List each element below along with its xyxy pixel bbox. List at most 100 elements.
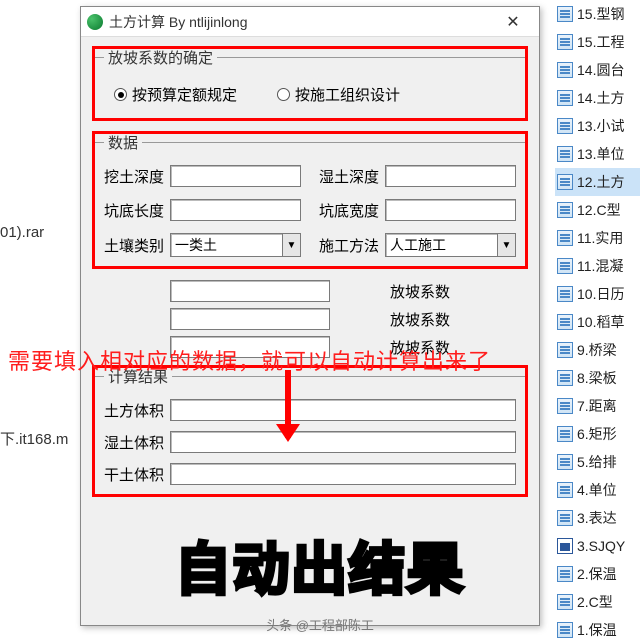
file-item[interactable]: 15.型钢 (555, 0, 640, 28)
spreadsheet-icon (557, 342, 573, 358)
spreadsheet-icon (557, 370, 573, 386)
word-doc-icon (557, 538, 573, 554)
file-item[interactable]: 5.给排 (555, 448, 640, 476)
file-item[interactable]: 3.表达 (555, 504, 640, 532)
output-dry-vol (170, 463, 516, 485)
group-slope-coefficient: 放坡系数的确定 按预算定额规定 按施工组织设计 (93, 47, 527, 120)
file-item[interactable]: 12.C型 (555, 196, 640, 224)
app-icon (87, 14, 103, 30)
file-label: 13.小试 (577, 116, 624, 136)
output-coeff-3 (170, 336, 330, 358)
file-item[interactable]: 15.工程 (555, 28, 640, 56)
file-label: 3.SJQY (577, 538, 625, 554)
file-item[interactable]: 11.混凝 (555, 252, 640, 280)
file-label: 10.日历 (577, 284, 624, 304)
file-label: 6.矩形 (577, 424, 617, 444)
chevron-down-icon: ▼ (282, 234, 300, 256)
label-wet-vol: 湿土体积 (104, 432, 164, 453)
label-soil-type: 土壤类别 (104, 235, 164, 256)
file-item[interactable]: 8.梁板 (555, 364, 640, 392)
output-coeff-1 (170, 280, 330, 302)
spreadsheet-icon (557, 146, 573, 162)
group-data: 数据 挖土深度 湿土深度 坑底长度 坑底宽度 土壤类别 一类土▼ 施工方法 人工… (93, 132, 527, 268)
spreadsheet-icon (557, 594, 573, 610)
spreadsheet-icon (557, 398, 573, 414)
label-earth-vol: 土方体积 (104, 400, 164, 421)
input-wet-depth[interactable] (385, 165, 516, 187)
file-label: 4.单位 (577, 480, 617, 500)
label-method: 施工方法 (319, 235, 379, 256)
spreadsheet-icon (557, 622, 573, 638)
bg-file-rar: 01).rar (0, 224, 44, 241)
label-dry-vol: 干土体积 (104, 464, 164, 485)
label-coeff: 放坡系数 (390, 337, 450, 358)
file-label: 5.给排 (577, 452, 617, 472)
file-label: 15.型钢 (577, 4, 624, 24)
radio-icon (277, 88, 290, 101)
label-pit-width: 坑底宽度 (319, 200, 379, 221)
label-coeff: 放坡系数 (390, 281, 450, 302)
file-label: 3.表达 (577, 508, 617, 528)
background-desktop: 01).rar 下.it168.m (0, 0, 80, 640)
file-label: 10.稻草 (577, 312, 624, 332)
radio-by-budget[interactable]: 按预算定额规定 (114, 84, 237, 105)
spreadsheet-icon (557, 174, 573, 190)
input-pit-length[interactable] (170, 199, 301, 221)
file-item[interactable]: 9.桥梁 (555, 336, 640, 364)
label-wet-depth: 湿土深度 (319, 166, 379, 187)
legend-coeff: 放坡系数的确定 (104, 47, 217, 68)
file-item[interactable]: 13.单位 (555, 140, 640, 168)
select-method[interactable]: 人工施工▼ (385, 233, 516, 257)
close-button[interactable]: ✕ (493, 10, 533, 34)
file-label: 13.单位 (577, 144, 624, 164)
file-item[interactable]: 4.单位 (555, 476, 640, 504)
output-wet-vol (170, 431, 516, 453)
file-item[interactable]: 11.实用 (555, 224, 640, 252)
input-pit-width[interactable] (385, 199, 516, 221)
radio-icon (114, 88, 127, 101)
spreadsheet-icon (557, 202, 573, 218)
file-label: 1.保温 (577, 620, 617, 640)
spreadsheet-icon (557, 6, 573, 22)
radio-label: 按预算定额规定 (132, 84, 237, 105)
chevron-down-icon: ▼ (497, 234, 515, 256)
file-item[interactable]: 10.日历 (555, 280, 640, 308)
label-dig-depth: 挖土深度 (104, 166, 164, 187)
file-item[interactable]: 14.圆台 (555, 56, 640, 84)
file-label: 2.C型 (577, 592, 613, 612)
window-title: 土方计算 By ntlijinlong (109, 12, 493, 32)
file-label: 9.桥梁 (577, 340, 617, 360)
file-item[interactable]: 2.C型 (555, 588, 640, 616)
spreadsheet-icon (557, 566, 573, 582)
file-label: 8.梁板 (577, 368, 617, 388)
input-dig-depth[interactable] (170, 165, 301, 187)
file-label: 12.土方 (577, 172, 624, 192)
file-label: 11.实用 (577, 228, 623, 248)
file-item[interactable]: 13.小试 (555, 112, 640, 140)
file-item[interactable]: 7.距离 (555, 392, 640, 420)
spreadsheet-icon (557, 34, 573, 50)
label-coeff: 放坡系数 (390, 309, 450, 330)
label-pit-length: 坑底长度 (104, 200, 164, 221)
spreadsheet-icon (557, 314, 573, 330)
radio-label: 按施工组织设计 (295, 84, 400, 105)
file-item[interactable]: 2.保温 (555, 560, 640, 588)
titlebar[interactable]: 土方计算 By ntlijinlong ✕ (81, 7, 539, 37)
file-label: 14.圆台 (577, 60, 624, 80)
file-item[interactable]: 10.稻草 (555, 308, 640, 336)
file-item[interactable]: 3.SJQY (555, 532, 640, 560)
spreadsheet-icon (557, 286, 573, 302)
bg-file-url: 下.it168.m (0, 428, 68, 449)
file-item[interactable]: 12.土方 (555, 168, 640, 196)
explorer-file-list[interactable]: 15.型钢 15.工程 14.圆台 14.土方 13.小试 13.单位 12.土方 12.C型… (555, 0, 640, 640)
earthwork-dialog: 土方计算 By ntlijinlong ✕ 放坡系数的确定 按预算定额规定 按施… (80, 6, 540, 626)
spreadsheet-icon (557, 258, 573, 274)
select-soil-type[interactable]: 一类土▼ (170, 233, 301, 257)
radio-by-construction[interactable]: 按施工组织设计 (277, 84, 400, 105)
file-item[interactable]: 14.土方 (555, 84, 640, 112)
output-earth-vol (170, 399, 516, 421)
spreadsheet-icon (557, 510, 573, 526)
file-label: 12.C型 (577, 200, 621, 220)
file-item[interactable]: 6.矩形 (555, 420, 640, 448)
group-result: 计算结果 土方体积 湿土体积 干土体积 (93, 366, 527, 496)
